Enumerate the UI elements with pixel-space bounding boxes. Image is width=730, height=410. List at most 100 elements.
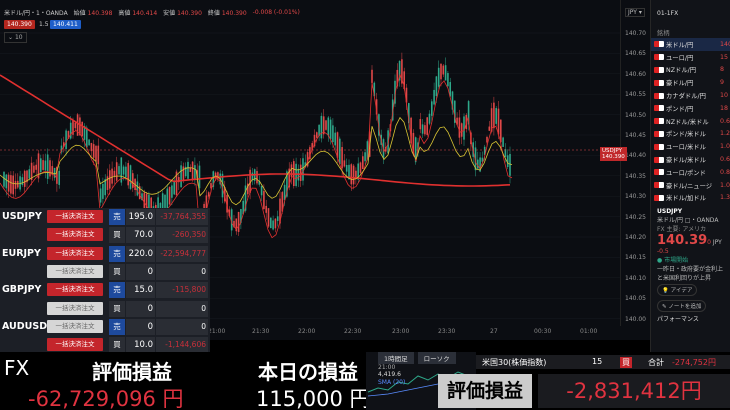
position-qty: 70.0 — [126, 227, 155, 244]
position-row: GBPJPY 一括決済注文売 15.0 -115,800 — [0, 281, 210, 299]
position-row: AUDUSD 一括決済注文売 0 0 — [0, 318, 210, 336]
position-qty: 220.0 — [126, 245, 155, 262]
position-qty: 0 — [126, 318, 155, 335]
price-axis[interactable]: 140.70 140.65 140.60 140.55 140.50 140.45 140.… — [620, 0, 650, 326]
watchlist-item[interactable]: 米ドル/加ドル 1.3 — [651, 192, 730, 205]
watchlist-item[interactable]: ユーロ/米ドル 1.0 — [651, 140, 730, 153]
watchlist-item-name: 豪ドル/ニュージ — [666, 182, 713, 190]
news-line-1[interactable]: 一昨日・政府要が金利上 — [657, 264, 724, 273]
close-all-button[interactable]: 一括決済注文 — [47, 264, 103, 278]
mini-value: 4,419.6 — [378, 371, 401, 378]
watchlist-item-value: 1.0 — [720, 181, 730, 189]
watchlist-item[interactable]: ポンド/円 18 — [651, 102, 730, 115]
watchlist-item[interactable]: 米ドル/円 140 — [651, 38, 730, 51]
price-tick: 140.30 — [625, 193, 646, 201]
symbol-title[interactable]: 米ドル/円・1・OANDA — [4, 8, 68, 17]
time-tick: 27 — [490, 328, 498, 335]
watchlist-panel: 01-1FX 銘柄 米ドル/円 140 ユーロ/円 15 NZドル/円 8 豪ドル/円 9 カナ… — [650, 0, 730, 352]
price-tick: 140.60 — [625, 70, 646, 78]
position-side: 買 — [109, 263, 125, 280]
position-pl: -260,350 — [156, 227, 208, 244]
flag-icon — [654, 118, 664, 125]
position-qty: 0 — [126, 263, 155, 280]
mini-time: 21:00 — [378, 364, 396, 371]
time-tick: 01:00 — [580, 328, 598, 335]
flag-icon — [654, 156, 664, 163]
watchlist-item[interactable]: 豪ドル/ニュージ 1.0 — [651, 179, 730, 192]
close-all-button[interactable]: 一括決済注文 — [47, 283, 103, 297]
watchlist-item-name: 豪ドル/円 — [666, 80, 694, 88]
indicator-toggle[interactable]: ⌄ 10 — [4, 32, 27, 43]
watchlist-item[interactable]: 豪ドル/米ドル 0.6 — [651, 153, 730, 166]
news-line-2[interactable]: と米国利回りが上昇 — [657, 273, 724, 282]
position-pl: 0 — [156, 300, 208, 317]
add-note-button[interactable]: ✎ ノートを追加 — [657, 300, 707, 313]
cfd-eval-label: 評価損益 — [438, 374, 532, 408]
position-qty: 0 — [126, 300, 155, 317]
tab-timeframe[interactable]: 1時間足 — [378, 352, 414, 364]
position-pl: -1,144,606 — [156, 337, 208, 354]
performance-title: パフォーマンス — [657, 316, 699, 324]
cfd-side: 買 — [620, 357, 632, 368]
watchlist-item[interactable]: ユーロ/円 15 — [651, 51, 730, 64]
watchlist-item-value: 1.3 — [720, 194, 730, 202]
watchlist-item[interactable]: ポンド/米ドル 1.2 — [651, 128, 730, 141]
position-row: 一括決済注文買 0 0 — [0, 300, 210, 318]
fx-eval-label: 評価損益 — [92, 360, 172, 384]
idea-button[interactable]: 💡 アイデア — [657, 284, 698, 297]
watchlist-item[interactable]: 豪ドル/円 9 — [651, 76, 730, 89]
buy-price-button[interactable]: 140.411 — [50, 20, 81, 29]
position-side: 売 — [109, 318, 125, 335]
close-all-button[interactable]: 一括決済注文 — [47, 338, 103, 352]
position-side: 買 — [109, 227, 125, 244]
tab-chart-type[interactable]: ローソク — [417, 352, 456, 364]
watchlist-item-name: 豪ドル/米ドル — [666, 157, 706, 165]
cfd-eval-value: -2,831,412円 — [538, 374, 730, 408]
cfd-position-row[interactable]: 米国30(株価指数) 15 買 合計 -274,752円 — [476, 355, 730, 369]
watchlist-item-name: 米ドル/円 — [666, 41, 694, 49]
watchlist-item-value: 0.6 — [720, 156, 730, 164]
position-row: EURJPY 一括決済注文売 220.0 -22,594,777 — [0, 245, 210, 263]
daily-pl-value: 115,000 円 — [256, 387, 371, 410]
watchlist-item-value: 18 — [720, 104, 729, 112]
watchlist-item-value: 15 — [720, 53, 729, 61]
watchlist-item-name: ユーロ/円 — [666, 54, 694, 62]
mini-chart-tabs: 1時間足 ローソク — [378, 352, 456, 364]
watchlist-item[interactable]: カナダドル/円 10 — [651, 89, 730, 102]
watchlist-item-value: 1.2 — [720, 130, 730, 138]
price-tick: 140.15 — [625, 254, 646, 262]
close-all-button[interactable]: 一括決済注文 — [47, 228, 103, 242]
watchlist-item-name: ポンド/米ドル — [666, 131, 706, 139]
close-all-button[interactable]: 一括決済注文 — [47, 319, 103, 333]
watchlist-item-name: NZドル/米ドル — [666, 118, 709, 126]
watchlist-title[interactable]: 01-1FX — [651, 0, 730, 28]
position-side: 買 — [109, 337, 125, 354]
position-pl: -22,594,777 — [156, 245, 208, 262]
close-all-button[interactable]: 一括決済注文 — [47, 246, 103, 260]
watchlist-item-value: 0.8 — [720, 168, 730, 176]
price-tick: 140.00 — [625, 315, 646, 323]
watchlist-item-value: 8 — [720, 66, 725, 74]
cfd-total-value: -274,752円 — [672, 358, 716, 367]
flag-icon — [654, 130, 664, 137]
watchlist-item-name: NZドル/円 — [666, 67, 697, 75]
watchlist-item[interactable]: NZドル/円 8 — [651, 64, 730, 77]
flag-icon — [654, 79, 664, 86]
position-pair: AUDUSD — [2, 320, 48, 332]
time-tick: 23:00 — [392, 328, 410, 335]
watchlist-item[interactable]: NZドル/米ドル 0.6 — [651, 115, 730, 128]
time-tick: 22:30 — [344, 328, 362, 335]
sell-price-button[interactable]: 140.390 — [4, 20, 35, 29]
flag-icon — [654, 143, 664, 150]
positions-panel: USDJPY 一括決済注文売 195.0 -37,764,355 一括決済注文買 70.0… — [0, 208, 210, 358]
position-side: 買 — [109, 300, 125, 317]
position-pl: -115,800 — [156, 282, 208, 299]
position-qty: 10.0 — [126, 337, 155, 354]
watchlist-item[interactable]: ユーロ/ポンド 0.8 — [651, 166, 730, 179]
cfd-total-label: 合計 — [648, 358, 664, 367]
close-all-button[interactable]: 一括決済注文 — [47, 301, 103, 315]
close-all-button[interactable]: 一括決済注文 — [47, 210, 103, 223]
watchlist-item-name: ユーロ/ポンド — [666, 169, 706, 177]
time-tick: 23:30 — [438, 328, 456, 335]
price-tick: 140.35 — [625, 172, 646, 180]
